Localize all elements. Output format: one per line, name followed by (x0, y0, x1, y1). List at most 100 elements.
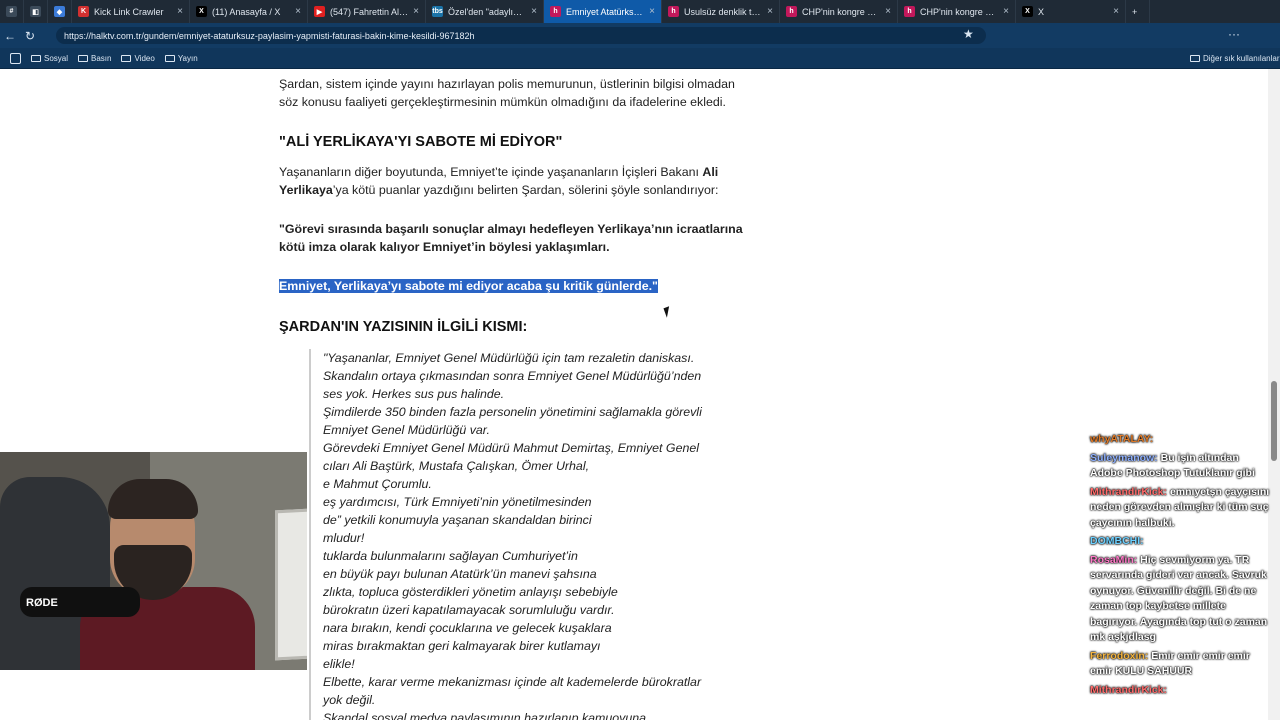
tab-favicon-icon: ◧ (30, 6, 41, 17)
chat-text: Hiç sevmiyorm ya. TR servarında gideri v… (1090, 553, 1268, 644)
tab-favicon-icon: ◆ (54, 6, 65, 17)
quote-line: Elbette, karar verme mekanizması içinde … (323, 675, 702, 689)
subheading-2: ŞARDAN'IN YAZISININ İLGİLİ KISMI: (279, 319, 528, 335)
tab-2[interactable]: ◆ (48, 0, 72, 23)
tab-6[interactable]: tbs Özel'den "adaylık" so × (426, 0, 544, 23)
tab-8[interactable]: h Usulsüz denklik tarife × (662, 0, 780, 23)
tab-close-icon[interactable]: × (531, 6, 537, 17)
mouse-cursor-icon (663, 306, 673, 318)
sidebar-toggle-icon[interactable] (10, 52, 21, 64)
tab-label: Özel'den "adaylık" so (448, 6, 527, 17)
bookmark-label: Basın (91, 53, 112, 63)
quote-line: Şimdilerde 350 binden fazla personelin y… (323, 405, 702, 419)
quote-line: mludur! (323, 531, 365, 545)
bookmark-sosyal[interactable]: Sosyal (31, 54, 68, 63)
bookmark-basın[interactable]: Basın (78, 54, 111, 63)
bookmark-label: Diğer sık kullanılanlar (1203, 53, 1280, 63)
tab-close-icon[interactable]: × (413, 6, 419, 17)
tab-bar: # ◧ ◆ K Kick Link Crawler × X (11) Anasayfa / X… (0, 0, 1280, 23)
streamer (80, 479, 255, 670)
bookmark-label: Yayın (177, 53, 198, 63)
tab-label: Emniyet Atatürksüz p (566, 6, 645, 17)
chat-username[interactable]: MithrandirKick: (1090, 486, 1170, 498)
tab-3[interactable]: K Kick Link Crawler × (72, 0, 190, 23)
webcam-overlay: RØDE (0, 452, 307, 670)
tab-close-icon[interactable]: × (1113, 6, 1119, 17)
bookmark-video[interactable]: Video (121, 54, 155, 63)
tab-11[interactable]: X X × (1016, 0, 1126, 23)
quote-line: yok değil. (323, 693, 376, 707)
tab-favicon-icon: K (78, 6, 89, 17)
chat-message: RosaMin: Hiç sevmiyorm ya. TR servarında… (1090, 553, 1270, 646)
chat-username[interactable]: RosaMin: (1090, 554, 1140, 566)
quote-line: "Yaşananlar, Emniyet Genel Müdürlüğü içi… (323, 351, 695, 365)
quote-line: eş yardımcısı, Türk Emniyeti’nin yönetil… (323, 495, 592, 509)
chat-message: Ferrodoxin: Emir emir emir emir emir KUL… (1090, 649, 1270, 680)
chat-message: DOMBCHI: (1090, 534, 1270, 550)
tab-close-icon[interactable]: × (885, 6, 891, 17)
tab-close-icon[interactable]: × (295, 6, 301, 17)
tab-label: (547) Fahrettin Altun (330, 6, 409, 17)
folder-icon (78, 54, 89, 62)
tab-favicon-icon: X (196, 6, 207, 17)
tab-close-icon[interactable]: × (649, 6, 655, 17)
chat-username[interactable]: DOMBCHI: (1090, 535, 1144, 547)
tab-label: CHP'nin kongre süreci (802, 6, 880, 17)
tab-0[interactable]: # (0, 0, 24, 23)
paragraph-4: Emniyet, Yerlikaya’yı sabote mi ediyor a… (279, 277, 749, 295)
tab-9[interactable]: h CHP'nin kongre süreci × (780, 0, 898, 23)
bookmark-label: Sosyal (44, 53, 69, 63)
chat-message: whyATALAY: (1090, 432, 1270, 448)
tab-label: Usulsüz denklik tarife (684, 6, 763, 17)
quote-line: Görevdeki Emniyet Genel Müdürü Mahmut De… (323, 441, 699, 455)
tab-close-icon[interactable]: × (177, 6, 183, 17)
tab-label: CHP'nin kongre süreci (920, 6, 998, 17)
selected-text[interactable]: Emniyet, Yerlikaya’yı sabote mi ediyor a… (279, 279, 658, 293)
folder-icon (121, 54, 132, 62)
tab-close-icon[interactable]: × (1003, 6, 1009, 17)
quote-line: Emniyet Genel Müdürlüğü var. (323, 423, 490, 437)
tab-label: (11) Anasayfa / X (212, 6, 281, 17)
bookmarks-bar: Sosyal Basın Video Yayın Diğer sık kullanıla… (0, 48, 1280, 69)
quote-line: miras bırakmaktan geri kalmayarak birer … (323, 639, 601, 653)
quote-line: ses yok. Herkes sus pus halinde. (323, 387, 505, 401)
scrollbar-thumb[interactable] (1271, 381, 1277, 461)
tab-5[interactable]: ▶ (547) Fahrettin Altun × (308, 0, 426, 23)
url-text: https://halktv.com.tr/gundem/emniyet-ata… (64, 30, 475, 41)
chat-username[interactable]: Suleymanow: (1090, 452, 1161, 464)
new-tab-button[interactable]: + (1126, 0, 1150, 23)
quote-line: Skandalın ortaya çıkmasından sonra Emniy… (323, 369, 702, 383)
tab-favicon-icon: tbs (432, 6, 443, 17)
chat-username[interactable]: whyATALAY: (1090, 433, 1153, 445)
quote-line: e Mahmut Çorumlu. (323, 477, 432, 491)
folder-icon (1190, 54, 1200, 62)
tab-1[interactable]: ◧ (24, 0, 48, 23)
url-bar[interactable]: https://halktv.com.tr/gundem/emniyet-ata… (56, 27, 986, 44)
folder-icon (31, 54, 41, 62)
paragraph-3: "Görevi sırasında başarılı sonuçlar alma… (279, 222, 743, 254)
reload-icon[interactable]: ↻ (20, 29, 40, 43)
tab-favicon-icon: ▶ (314, 6, 325, 17)
tab-label: X (1038, 6, 1045, 17)
quote-line: cıları Ali Baştürk, Mustafa Çalışkan, Öm… (323, 459, 590, 473)
blockquote: "Yaşananlar, Emniyet Genel Müdürlüğü içi… (309, 349, 749, 720)
favorite-star-icon[interactable]: ★ (963, 27, 974, 41)
tab-favicon-icon: X (1022, 6, 1033, 17)
tab-4[interactable]: X (11) Anasayfa / X × (190, 0, 308, 23)
chat-message: MithrandirKick: emnıyetşn çayçısını nede… (1090, 485, 1270, 532)
more-menu-icon[interactable]: ··· (1228, 27, 1240, 41)
tab-7[interactable]: h Emniyet Atatürksüz p × (544, 0, 662, 23)
chat-username[interactable]: Ferrodoxin: (1090, 650, 1151, 662)
address-toolbar: ← ↻ https://halktv.com.tr/gundem/emniyet… (0, 23, 1280, 48)
quote-line: nara bırakın, kendi çocuklarına ve gelec… (323, 621, 612, 635)
quote-line: elikle! (323, 657, 355, 671)
chat-username[interactable]: MithrandirKick: (1090, 684, 1167, 696)
bookmark-yayın[interactable]: Yayın (164, 53, 198, 63)
quote-line: tuklarda bulunmalarını sağlayan Cumhuriy… (323, 549, 578, 563)
back-icon[interactable]: ← (0, 29, 20, 43)
chat-message: MithrandirKick: (1090, 683, 1270, 699)
tab-close-icon[interactable]: × (767, 6, 773, 17)
whiteboard (275, 503, 307, 661)
other-bookmarks[interactable]: Diğer sık kullanılanlar (1190, 54, 1279, 63)
tab-10[interactable]: h CHP'nin kongre süreci × (898, 0, 1016, 23)
